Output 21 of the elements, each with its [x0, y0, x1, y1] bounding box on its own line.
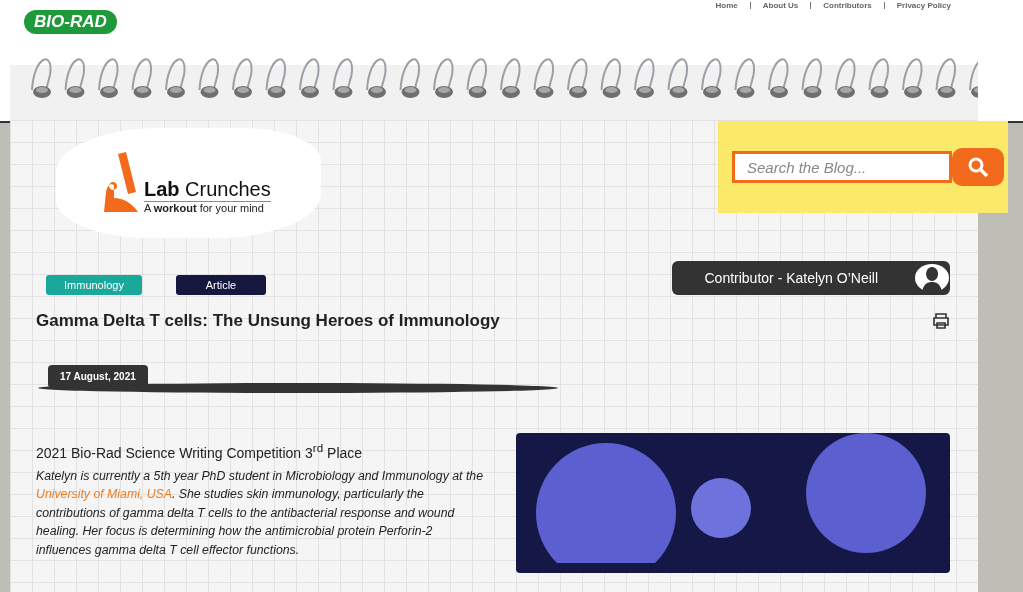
category-tag[interactable]: Article: [175, 275, 266, 295]
blog-logo[interactable]: Lab Crunches A workout for your mind: [56, 127, 321, 238]
nav-link[interactable]: Home: [715, 1, 738, 10]
search-icon[interactable]: [967, 156, 989, 178]
publish-date: 17 August, 2021: [48, 365, 148, 388]
search-button[interactable]: [952, 148, 1004, 186]
contributor-name: Contributor - Katelyn O’Neill: [704, 270, 878, 286]
author-bio: Katelyn is currently a 5th year PhD student in Microbiology and Immunology at the University of Miami, USA. She studies skin immunology, particularly the contributions of gamma delta T cells to the antibacterial response and wound healing. Her focus is determining how the antimicrobial protein Perforin-2 influences gamma delta T cell effector functions.: [36, 467, 485, 559]
blog-name: Lab Crunches: [144, 177, 271, 202]
print-icon[interactable]: [932, 313, 950, 329]
nav-link[interactable]: Contributors: [823, 1, 872, 10]
nav-link[interactable]: Privacy Policy: [896, 1, 951, 10]
article-subtitle: 2021 Bio-Rad Science Writing Competition 3$^{rd}$ Place: [36, 441, 364, 461]
microscope-icon: [104, 151, 140, 214]
article-title: Gamma Delta T cells: The Unsung Heroes of Immunology: [36, 311, 500, 331]
nav-link[interactable]: About Us: [762, 1, 799, 10]
brand-logo[interactable]: BIO-RAD: [24, 10, 117, 34]
search-field[interactable]: Search the Blog...: [732, 151, 952, 183]
avatar-silhouette-icon: [914, 263, 950, 293]
blog-tagline: A workout for your mind: [144, 201, 265, 214]
contributor-banner[interactable]: Contributor - Katelyn O’Neill: [672, 261, 950, 295]
